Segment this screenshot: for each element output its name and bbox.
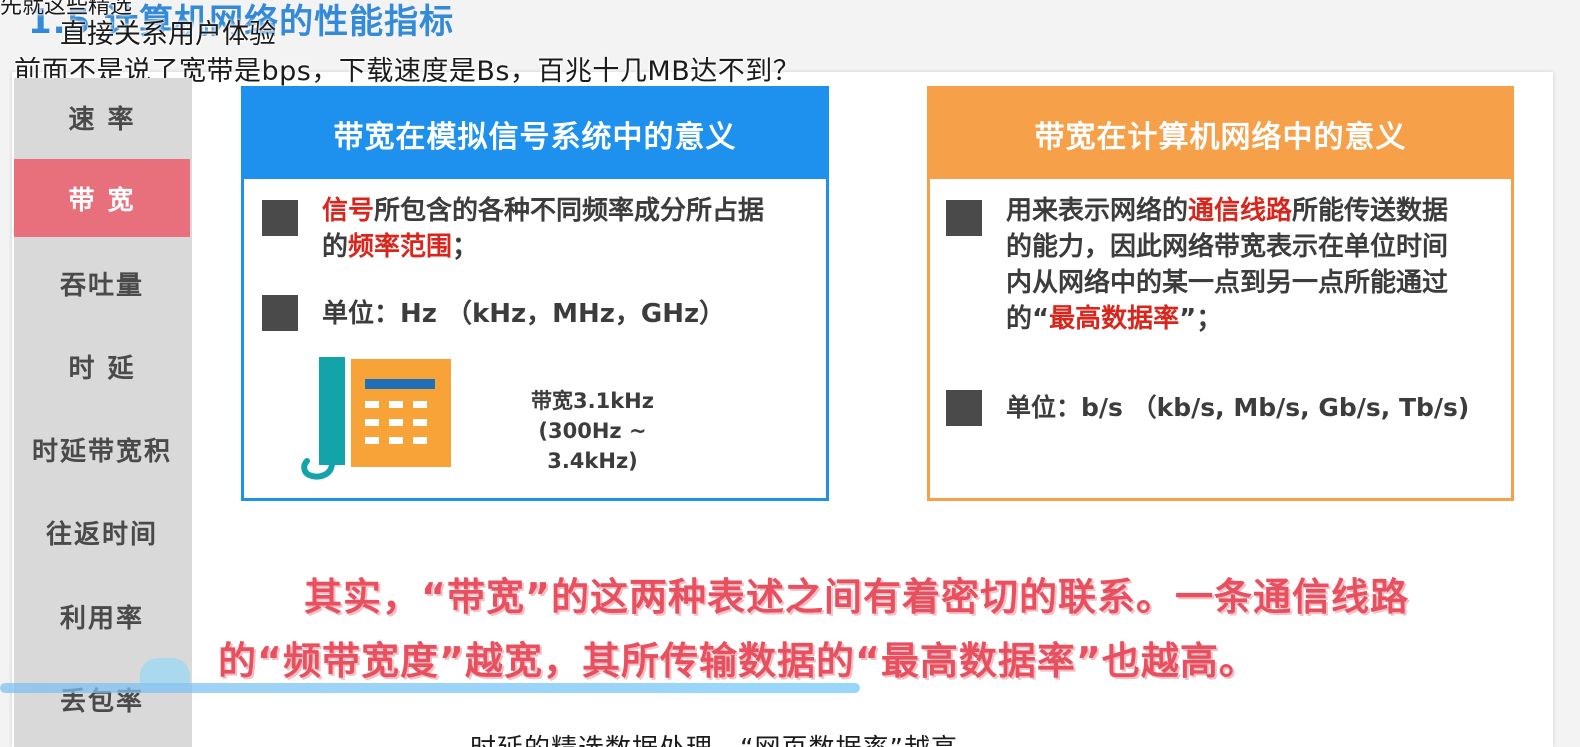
overlay-subtitle-1: 直接关系用户体验 <box>60 19 276 50</box>
sidebar-item-utilization[interactable]: 利用率 <box>14 577 190 655</box>
phone-bandwidth-caption: 带宽3.1kHz (300Hz ~ 3.4kHz) <box>531 389 654 473</box>
analog-card-title: 带宽在模拟信号系统中的意义 <box>244 89 826 179</box>
decorative-swoosh <box>140 658 190 686</box>
network-bullet-1: 用来表示网络的通信线路所能传送数据 的能力，因此网络带宽表示在单位时间 内从网络… <box>1006 196 1449 334</box>
bullet-square-icon <box>262 200 298 236</box>
bottom-partial-caption: 时延的精选数据处理，“网页数据率”越高 <box>470 728 958 747</box>
sidebar-item-delay[interactable]: 时 延 <box>14 327 190 405</box>
analog-unit-text: 单位：Hz （kHz，MHz，GHz） <box>322 299 726 329</box>
sidebar-item-rate[interactable]: 速 率 <box>14 78 190 156</box>
sidebar-item-rtt[interactable]: 往返时间 <box>14 493 190 571</box>
network-unit-text: 单位：b/s （kb/s, Mb/s, Gb/s, Tb/s) <box>1006 393 1470 422</box>
conclusion-line-1: 其实，“带宽”的这两种表述之间有着密切的联系。一条通信线路 <box>304 575 1409 619</box>
sidebar-item-throughput[interactable]: 吞吐量 <box>14 244 190 322</box>
bullet-square-icon <box>946 200 982 236</box>
decorative-swoosh-line <box>0 683 860 693</box>
sidebar-item-bandwidth[interactable]: 带 宽 <box>14 159 190 237</box>
conclusion-line-2: 的“频带宽度”越宽，其所传输数据的“最高数据率”也越高。 <box>218 639 1258 683</box>
sidebar: 速 率 带 宽 吞吐量 时 延 时延带宽积 往返时间 利用率 丢包率 <box>14 78 192 747</box>
sidebar-item-delay-bandwidth-product[interactable]: 时延带宽积 <box>14 410 190 488</box>
analog-bullet-1: 信号所包含的各种不同频率成分所占据 的频率范围； <box>322 196 765 262</box>
network-card-title: 带宽在计算机网络中的意义 <box>930 89 1511 179</box>
bullet-square-icon <box>262 295 298 331</box>
telephone-icon <box>301 357 451 480</box>
bullet-square-icon <box>946 390 982 426</box>
